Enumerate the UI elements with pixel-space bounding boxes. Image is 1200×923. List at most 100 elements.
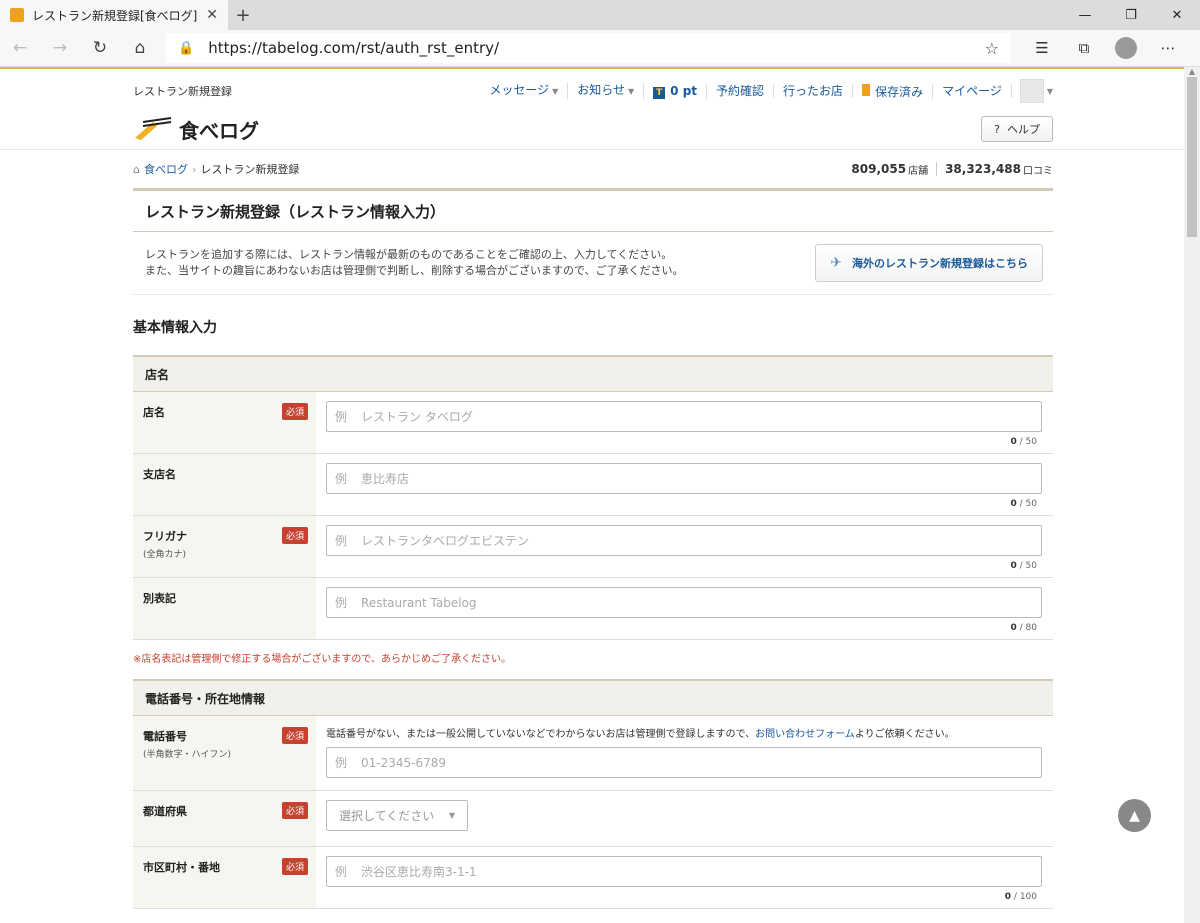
nav-mypage-label: マイページ xyxy=(942,84,1002,98)
overseas-registration-button[interactable]: ✈ 海外のレストラン新規登録はこちら xyxy=(815,244,1043,282)
city-address-input[interactable]: 例渋谷区恵比寿南3-1-1 xyxy=(326,856,1042,887)
address-bar[interactable]: 🔒 https://tabelog.com/rst/auth_rst_entry… xyxy=(166,33,1011,63)
field-label: 店名 必須 xyxy=(133,392,316,453)
counts-divider xyxy=(936,162,938,176)
overseas-button-label: 海外のレストラン新規登録はこちら xyxy=(852,257,1028,270)
chevron-up-icon: ▲ xyxy=(1129,807,1140,824)
url-text[interactable]: https://tabelog.com/rst/auth_rst_entry/ xyxy=(208,39,984,57)
select-value: 選択してください xyxy=(339,809,435,823)
nav-points[interactable]: T 0 pt xyxy=(644,83,708,99)
logo-text: 食べログ xyxy=(179,118,259,143)
browser-toolbar-right: ☰ ⧉ ⋯ xyxy=(1021,37,1189,59)
form-row-branch-name: 支店名 例恵比寿店 0 / 50 xyxy=(133,454,1053,516)
nav-mypage[interactable]: マイページ xyxy=(933,84,1012,98)
prefecture-select[interactable]: 選択してください ▼ xyxy=(326,800,468,831)
furigana-input[interactable]: 例レストランタベログエビステン xyxy=(326,525,1042,556)
minimize-icon[interactable]: — xyxy=(1062,0,1108,30)
home-small-icon: ⌂ xyxy=(133,162,140,176)
caret-down-icon: ▼ xyxy=(628,87,635,96)
field-label: 別表記 xyxy=(133,578,316,639)
field-cell: 選択してください ▼ xyxy=(316,791,1053,846)
nav-visited[interactable]: 行ったお店 xyxy=(774,84,854,98)
alt-name-input[interactable]: 例 Restaurant Tabelog xyxy=(326,587,1042,618)
intro-text: レストランを追加する際には、レストラン情報が最新のものであることをご確認の上、入… xyxy=(145,247,684,279)
tabelog-favicon-icon xyxy=(10,8,24,22)
help-button[interactable]: ? ヘルプ xyxy=(981,116,1053,142)
char-count: 0 xyxy=(1010,437,1017,447)
example-label: 例 xyxy=(335,756,348,770)
favorites-list-icon[interactable]: ☰ xyxy=(1021,37,1063,59)
contact-form-link[interactable]: お問い合わせフォーム xyxy=(755,729,855,740)
char-counter: 0 / 80 xyxy=(326,623,1043,633)
required-badge: 必須 xyxy=(281,527,308,544)
scroll-to-top-button[interactable]: ▲ xyxy=(1118,799,1151,832)
nav-message-label: メッセージ xyxy=(489,83,550,97)
user-caret-down-icon[interactable]: ▼ xyxy=(1047,87,1053,96)
refresh-icon[interactable]: ↻ xyxy=(80,33,120,63)
char-max: / 50 xyxy=(1019,437,1037,447)
logo-line: 食べログ ? ヘルプ xyxy=(133,109,1053,149)
nav-notice[interactable]: お知らせ ▼ xyxy=(568,83,645,99)
field-sublabel: (全角カナ) xyxy=(143,550,187,560)
scrollbar-thumb[interactable] xyxy=(1187,77,1197,237)
user-avatar[interactable] xyxy=(1019,79,1044,103)
field-label-text: 別表記 xyxy=(143,592,176,605)
branch-name-input[interactable]: 例恵比寿店 xyxy=(326,463,1042,494)
form-row-alt-name: 別表記 例 Restaurant Tabelog 0 / 80 xyxy=(133,578,1053,640)
close-window-icon[interactable]: ✕ xyxy=(1154,0,1200,30)
store-name-input[interactable]: 例レストラン タベログ xyxy=(326,401,1042,432)
field-label: 電話番号 (半角数字・ハイフン) 必須 xyxy=(133,716,316,790)
more-menu-icon[interactable]: ⋯ xyxy=(1147,37,1189,59)
back-arrow-icon[interactable]: ← xyxy=(0,33,40,63)
nav-saved[interactable]: 保存済み xyxy=(853,83,934,99)
intro-block: レストランを追加する際には、レストラン情報が最新のものであることをご確認の上、入… xyxy=(133,232,1053,295)
phone-input[interactable]: 例 01-2345-6789 xyxy=(326,747,1042,778)
browser-navbar: ← → ↻ ⌂ 🔒 https://tabelog.com/rst/auth_r… xyxy=(0,30,1200,67)
field-cell: 例レストラン タベログ 0 / 50 xyxy=(316,392,1053,453)
example-label: 例 xyxy=(335,472,348,486)
header-top: レストラン新規登録 メッセージ ▼ お知らせ ▼ T0 pt 予約確認 行ったお店 … xyxy=(133,69,1053,109)
caret-down-icon: ▼ xyxy=(552,87,559,96)
char-max: / 50 xyxy=(1019,499,1037,509)
browser-tabbar: レストラン新規登録[食べログ] ✕ + — ❐ ✕ xyxy=(0,0,1200,30)
restore-icon[interactable]: ❐ xyxy=(1108,0,1154,30)
example-label: 例 xyxy=(335,865,348,879)
favorite-star-icon[interactable]: ☆ xyxy=(985,39,999,58)
phone-note-after: よりご依頼ください。 xyxy=(854,729,955,740)
breadcrumb-line: ⌂ 食べログ › レストラン新規登録 809,055 店舗 38,323,488 口… xyxy=(133,150,1053,188)
breadcrumb-home[interactable]: 食べログ xyxy=(144,161,188,177)
char-count: 0 xyxy=(1010,561,1017,571)
bookmark-icon xyxy=(862,83,871,96)
breadcrumb-separator-icon: › xyxy=(191,162,197,176)
field-label: 都道府県 必須 xyxy=(133,791,316,846)
window-controls: — ❐ ✕ xyxy=(1062,0,1200,30)
page-viewport: レストラン新規登録 メッセージ ▼ お知らせ ▼ T0 pt 予約確認 行ったお店 … xyxy=(0,67,1184,923)
help-label: ヘルプ xyxy=(1007,123,1040,136)
nav-reservation[interactable]: 予約確認 xyxy=(707,84,775,98)
collections-icon[interactable]: ⧉ xyxy=(1063,37,1105,59)
store-name-note: ※店名表記は管理側で修正する場合がございますので、あらかじめご了承ください。 xyxy=(133,654,511,665)
forward-arrow-icon[interactable]: → xyxy=(40,33,80,63)
form-row-store-name: 店名 必須 例レストラン タベログ 0 / 50 xyxy=(133,392,1053,454)
nav-message[interactable]: メッセージ ▼ xyxy=(480,83,569,99)
phone-note: 電話番号がない、または一般公開していないなどでわからないお店は管理側で登録します… xyxy=(326,725,1043,740)
lock-icon: 🔒 xyxy=(178,40,195,56)
content-wrapper: レストラン新規登録 メッセージ ▼ お知らせ ▼ T0 pt 予約確認 行ったお店 … xyxy=(0,69,1184,909)
page-scrollbar[interactable]: ▲ xyxy=(1184,67,1200,923)
home-icon[interactable]: ⌂ xyxy=(120,33,160,63)
field-label: 市区町村・番地 必須 xyxy=(133,847,316,908)
header-page-label: レストラン新規登録 xyxy=(133,85,232,98)
question-icon: ? xyxy=(994,123,1000,136)
scroll-up-arrow-icon[interactable]: ▲ xyxy=(1184,67,1200,77)
profile-avatar[interactable] xyxy=(1105,37,1147,59)
close-tab-icon[interactable]: ✕ xyxy=(206,7,218,23)
chopsticks-logo-icon xyxy=(135,117,172,140)
required-badge: 必須 xyxy=(281,802,308,819)
placeholder-text: 渋谷区恵比寿南3-1-1 xyxy=(361,865,477,879)
char-counter: 0 / 50 xyxy=(326,499,1043,509)
points-value: 0 pt xyxy=(670,83,698,98)
tabelog-logo[interactable]: 食べログ xyxy=(133,115,259,144)
new-tab-button[interactable]: + xyxy=(228,0,258,30)
form-row-phone: 電話番号 (半角数字・ハイフン) 必須 電話番号がない、または一般公開していない… xyxy=(133,716,1053,791)
browser-tab[interactable]: レストラン新規登録[食べログ] ✕ xyxy=(0,0,228,30)
